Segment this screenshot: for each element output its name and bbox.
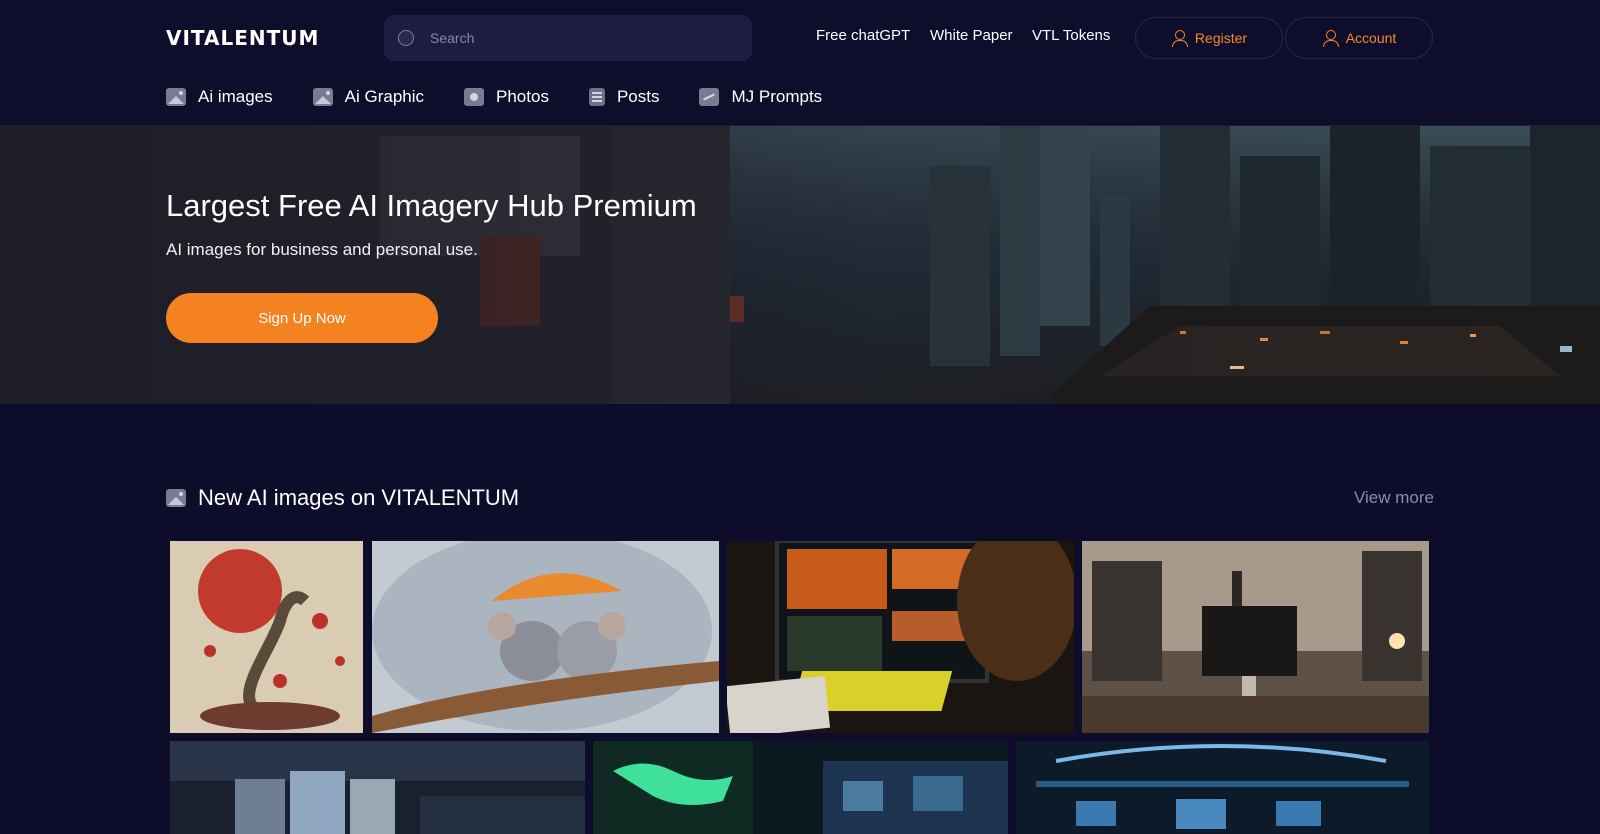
account-button[interactable]: Account [1285, 17, 1433, 59]
posts-icon [588, 88, 605, 106]
image-icon [312, 88, 333, 106]
account-label: Account [1345, 30, 1397, 46]
image-thumbnail-tech-hall[interactable] [1016, 741, 1429, 834]
nav-item-label: Ai images [198, 87, 273, 106]
white-paper-link[interactable]: White Paper [930, 27, 1013, 44]
free-chatgpt-link[interactable]: Free chatGPT [816, 27, 910, 44]
section-title: New AI images on VITALENTUM [198, 485, 520, 510]
user-icon [1171, 30, 1188, 47]
image-thumbnail-editing-desk[interactable] [727, 541, 1074, 733]
prompts-icon [699, 88, 720, 106]
image-thumbnail-control-room[interactable] [170, 741, 585, 834]
hero-subtitle: AI images for business and personal use. [166, 240, 478, 259]
user-icon [1322, 30, 1339, 47]
image-thumbnail-workspace[interactable] [1082, 541, 1429, 733]
nav-item-photos[interactable]: Photos [464, 87, 549, 107]
nav-item-mj-prompts[interactable]: MJ Prompts [699, 87, 822, 107]
view-more-link[interactable]: View more [1354, 488, 1434, 508]
search-icon [398, 30, 414, 46]
image-thumbnail-world-map[interactable] [593, 741, 1008, 834]
search-bar[interactable] [384, 15, 752, 61]
image-icon [166, 88, 186, 106]
register-label: Register [1194, 30, 1248, 46]
nav-item-ai-images[interactable]: Ai images [166, 87, 273, 107]
nav-item-posts[interactable]: Posts [588, 87, 660, 107]
nav-item-ai-graphic[interactable]: Ai Graphic [312, 87, 425, 107]
site-logo[interactable]: VITALENTUM [166, 26, 319, 50]
sign-up-button[interactable]: Sign Up Now [166, 293, 438, 343]
section-header: New AI images on VITALENTUM View more [166, 484, 1434, 512]
search-input[interactable] [430, 30, 730, 46]
register-button[interactable]: Register [1135, 17, 1283, 59]
photo-icon [464, 88, 485, 106]
vtl-tokens-link[interactable]: VTL Tokens [1032, 27, 1110, 44]
category-nav: Ai images Ai Graphic Photos Posts MJ Pro… [166, 84, 862, 110]
nav-item-label: Ai Graphic [344, 87, 425, 106]
nav-item-label: MJ Prompts [731, 87, 823, 106]
hero-banner: Largest Free AI Imagery Hub Premium AI i… [0, 126, 1600, 404]
site-header: VITALENTUM Free chatGPT White Paper VTL … [0, 0, 1600, 126]
image-icon [166, 489, 186, 507]
image-thumbnail-mice-umbrella[interactable] [372, 541, 719, 733]
nav-item-label: Posts [616, 87, 660, 106]
nav-item-label: Photos [496, 87, 549, 106]
hero-background-image [0, 126, 1600, 404]
hero-title: Largest Free AI Imagery Hub Premium [166, 188, 697, 223]
image-thumbnail-snake[interactable] [170, 541, 363, 733]
